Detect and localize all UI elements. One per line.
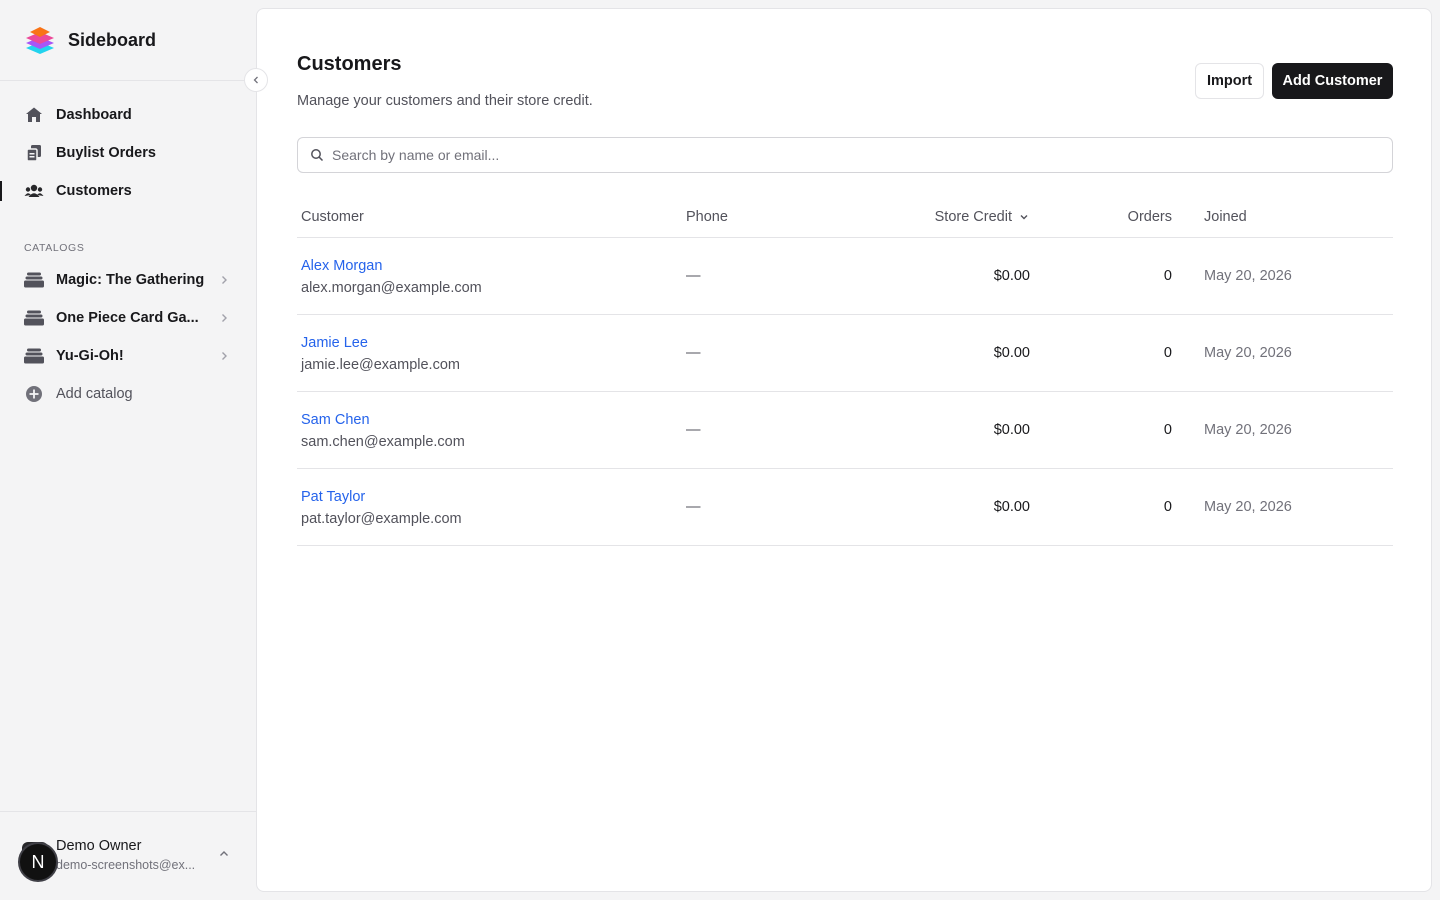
customer-email: jamie.lee@example.com bbox=[301, 357, 460, 373]
divider bbox=[0, 811, 256, 812]
catalogs-heading: CATALOGS bbox=[24, 242, 85, 254]
customer-store-credit: $0.00 bbox=[993, 268, 1030, 284]
sidebar-item-magic[interactable]: Magic: The Gathering bbox=[0, 261, 256, 299]
table-row[interactable]: Jamie Lee jamie.lee@example.com — $0.00 … bbox=[297, 315, 1393, 392]
search-box bbox=[297, 137, 1393, 173]
add-catalog-button[interactable]: Add catalog bbox=[0, 375, 256, 413]
plus-circle-icon bbox=[24, 384, 44, 404]
column-header-label: Store Credit bbox=[934, 209, 1012, 225]
column-header-store-credit[interactable]: Store Credit bbox=[930, 209, 1030, 225]
users-icon bbox=[24, 181, 44, 201]
table-header: Customer Phone Store Credit Orders Joine… bbox=[297, 197, 1393, 238]
table-row[interactable]: Pat Taylor pat.taylor@example.com — $0.0… bbox=[297, 469, 1393, 546]
column-header-joined[interactable]: Joined bbox=[1204, 209, 1247, 225]
customer-orders: 0 bbox=[1163, 499, 1172, 515]
page-subtitle: Manage your customers and their store cr… bbox=[297, 93, 593, 109]
customer-orders: 0 bbox=[1163, 268, 1172, 284]
catalog-label: One Piece Card Ga... bbox=[56, 310, 199, 326]
customer-name-link[interactable]: Alex Morgan bbox=[301, 258, 382, 274]
orders-icon bbox=[24, 143, 44, 163]
catalog-label: Magic: The Gathering bbox=[56, 272, 205, 288]
sidebar-item-customers[interactable]: Customers bbox=[0, 172, 256, 210]
customers-table: Customer Phone Store Credit Orders Joine… bbox=[297, 197, 1393, 546]
chevron-right-icon bbox=[222, 352, 227, 360]
catalog-list: Magic: The Gathering One Piece Card Ga..… bbox=[0, 261, 256, 413]
sidebar-item-buylist-orders[interactable]: Buylist Orders bbox=[0, 134, 256, 172]
search-input[interactable] bbox=[332, 147, 1372, 163]
customer-name-link[interactable]: Jamie Lee bbox=[301, 335, 368, 351]
customer-store-credit: $0.00 bbox=[993, 345, 1030, 361]
column-header-customer[interactable]: Customer bbox=[301, 209, 364, 225]
customer-joined: May 20, 2026 bbox=[1204, 499, 1292, 515]
chevron-left-icon bbox=[253, 76, 258, 84]
customer-phone: — bbox=[686, 345, 701, 361]
customer-name-link[interactable]: Sam Chen bbox=[301, 412, 370, 428]
customer-email: sam.chen@example.com bbox=[301, 434, 465, 450]
customer-store-credit: $0.00 bbox=[993, 499, 1030, 515]
customer-orders: 0 bbox=[1163, 422, 1172, 438]
table-row[interactable]: Alex Morgan alex.morgan@example.com — $0… bbox=[297, 238, 1393, 315]
chevron-down-icon bbox=[1020, 215, 1028, 220]
customer-joined: May 20, 2026 bbox=[1204, 268, 1292, 284]
main-panel: Customers Manage your customers and thei… bbox=[256, 8, 1432, 892]
customer-phone: — bbox=[686, 268, 701, 284]
customer-joined: May 20, 2026 bbox=[1204, 422, 1292, 438]
sidebar-item-label: Dashboard bbox=[56, 107, 132, 123]
sidebar-item-one-piece[interactable]: One Piece Card Ga... bbox=[0, 299, 256, 337]
sidebar-item-label: Customers bbox=[56, 183, 132, 199]
user-email: demo-screenshots@ex... bbox=[56, 858, 196, 872]
chevron-right-icon bbox=[222, 276, 227, 284]
column-header-orders[interactable]: Orders bbox=[1072, 209, 1172, 225]
add-catalog-label: Add catalog bbox=[56, 386, 133, 402]
stack-icon bbox=[24, 346, 44, 366]
chevron-up-icon bbox=[220, 851, 228, 856]
customer-email: pat.taylor@example.com bbox=[301, 511, 462, 527]
customer-email: alex.morgan@example.com bbox=[301, 280, 482, 296]
customer-joined: May 20, 2026 bbox=[1204, 345, 1292, 361]
brand[interactable]: Sideboard bbox=[24, 24, 156, 56]
customer-store-credit: $0.00 bbox=[993, 422, 1030, 438]
stack-icon bbox=[24, 308, 44, 328]
customer-orders: 0 bbox=[1163, 345, 1172, 361]
table-row[interactable]: Sam Chen sam.chen@example.com — $0.00 0 … bbox=[297, 392, 1393, 469]
dev-tools-badge[interactable]: N bbox=[18, 842, 58, 882]
chevron-right-icon bbox=[222, 314, 227, 322]
sidebar-item-yugioh[interactable]: Yu-Gi-Oh! bbox=[0, 337, 256, 375]
sidebar-item-dashboard[interactable]: Dashboard bbox=[0, 96, 256, 134]
divider bbox=[0, 80, 256, 81]
home-icon bbox=[24, 105, 44, 125]
customer-phone: — bbox=[686, 499, 701, 515]
sidebar: Sideboard Dashboard Buylist Orders Custo… bbox=[0, 0, 256, 900]
column-header-phone[interactable]: Phone bbox=[686, 209, 728, 225]
stack-icon bbox=[24, 270, 44, 290]
main-nav: Dashboard Buylist Orders Customers bbox=[0, 96, 256, 210]
collapse-sidebar-button[interactable] bbox=[244, 68, 268, 92]
import-button[interactable]: Import bbox=[1195, 63, 1264, 99]
sidebar-item-label: Buylist Orders bbox=[56, 145, 156, 161]
page-title: Customers bbox=[297, 53, 402, 75]
customer-name-link[interactable]: Pat Taylor bbox=[301, 489, 365, 505]
search-icon bbox=[311, 149, 324, 162]
catalog-label: Yu-Gi-Oh! bbox=[56, 348, 124, 364]
brand-name: Sideboard bbox=[68, 29, 157, 50]
user-name: Demo Owner bbox=[56, 838, 142, 854]
add-customer-button[interactable]: Add Customer bbox=[1272, 63, 1393, 99]
customer-phone: — bbox=[686, 422, 701, 438]
logo-icon bbox=[26, 27, 54, 54]
